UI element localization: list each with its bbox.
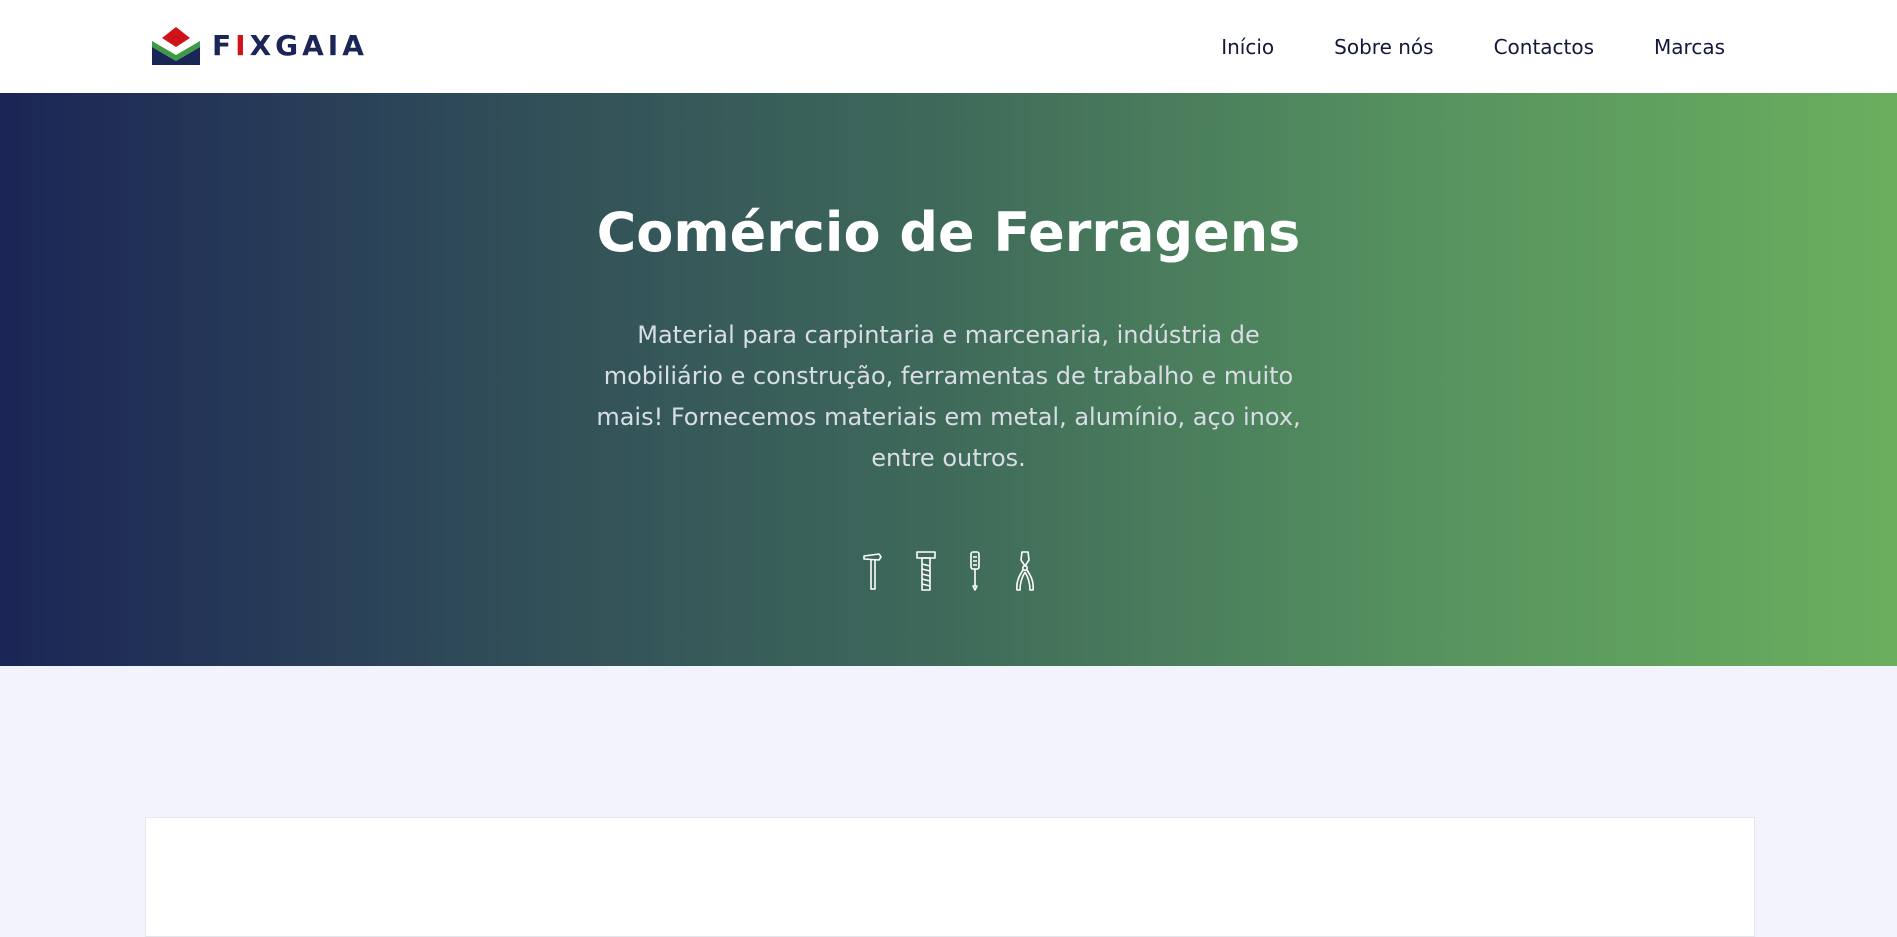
nav-link-contactos[interactable]: Contactos (1494, 35, 1594, 59)
nav-link-inicio[interactable]: Início (1221, 35, 1274, 59)
logo-text: FIXGAIA (212, 29, 368, 62)
pliers-icon (1016, 551, 1034, 591)
screwdriver-icon (970, 551, 980, 591)
tool-icons (862, 549, 1037, 593)
nav-link-marcas[interactable]: Marcas (1654, 35, 1725, 59)
logo[interactable]: FIXGAIA (150, 24, 368, 68)
main-nav: Início Sobre nós Contactos Marcas (1221, 0, 1725, 93)
bolt-icon (916, 551, 936, 591)
hammer-icon (863, 553, 882, 590)
hero-description: Material para carpintaria e marcenaria, … (596, 321, 1301, 472)
hero-title: Comércio de Ferragens (596, 201, 1301, 264)
hero-banner: Comércio de Ferragens Material para carp… (0, 93, 1897, 666)
nav-link-sobre-nos[interactable]: Sobre nós (1334, 35, 1433, 59)
site-header: FIXGAIA Início Sobre nós Contactos Marca… (0, 0, 1897, 93)
content-card (145, 817, 1755, 937)
house-roof-logo-icon (152, 27, 200, 65)
